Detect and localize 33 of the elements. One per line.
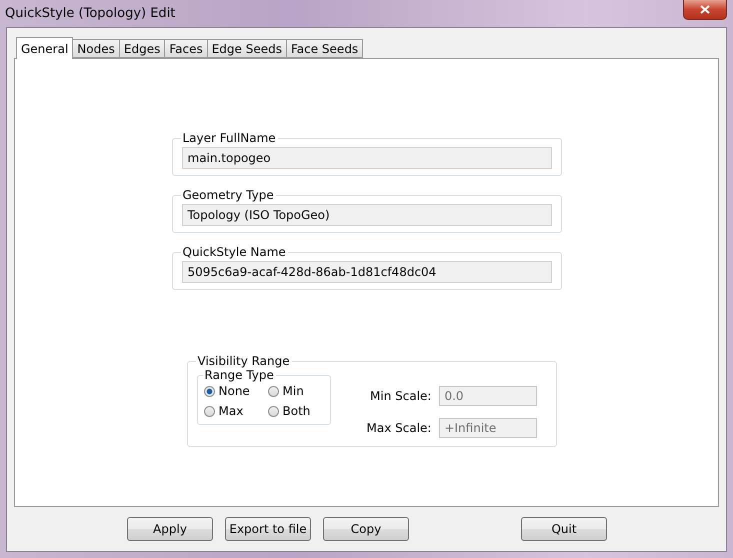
dialog-button[interactable]: Export to file [225, 517, 311, 541]
radio-label: None [218, 384, 250, 398]
radio-button[interactable] [268, 386, 278, 396]
radio-button[interactable] [204, 406, 214, 416]
group-label: Range Type [204, 368, 275, 382]
tab[interactable]: Edges [118, 39, 166, 58]
dialog-button[interactable]: Quit [521, 517, 607, 541]
window-title: QuickStyle (Topology) Edit [5, 6, 176, 21]
group-label: Visibility Range [196, 354, 291, 368]
tab[interactable]: Faces [164, 39, 208, 58]
radio-label: Both [282, 404, 310, 418]
close-button[interactable] [683, 0, 727, 20]
close-icon [700, 5, 710, 14]
group-label: Layer FullName [182, 131, 277, 145]
radio-label: Min [282, 384, 304, 398]
group-label: Geometry Type [182, 188, 275, 202]
read-only-field[interactable]: main.topogeo [182, 147, 552, 169]
dialog-button[interactable]: Copy [323, 517, 409, 541]
radio-button[interactable] [204, 386, 214, 396]
dialog-button[interactable]: Apply [127, 517, 213, 541]
tab[interactable]: Face Seeds [286, 39, 364, 58]
field-label: Max Scale: [366, 421, 432, 435]
radio-button[interactable] [268, 406, 278, 416]
scale-field[interactable]: +Infinite [439, 418, 538, 438]
tab[interactable]: Edge Seeds [206, 39, 287, 58]
read-only-field[interactable]: 5095c6a9-acaf-428d-86ab-1d81cf48dc04 [182, 261, 552, 283]
read-only-field[interactable]: Topology (ISO TopoGeo) [182, 204, 552, 226]
scale-field[interactable]: 0.0 [439, 386, 538, 406]
field-label: Min Scale: [369, 389, 432, 403]
group-label: QuickStyle Name [182, 245, 287, 259]
radio-label: Max [218, 404, 244, 418]
tab[interactable]: Nodes [72, 39, 120, 58]
tab[interactable]: General [16, 37, 74, 59]
